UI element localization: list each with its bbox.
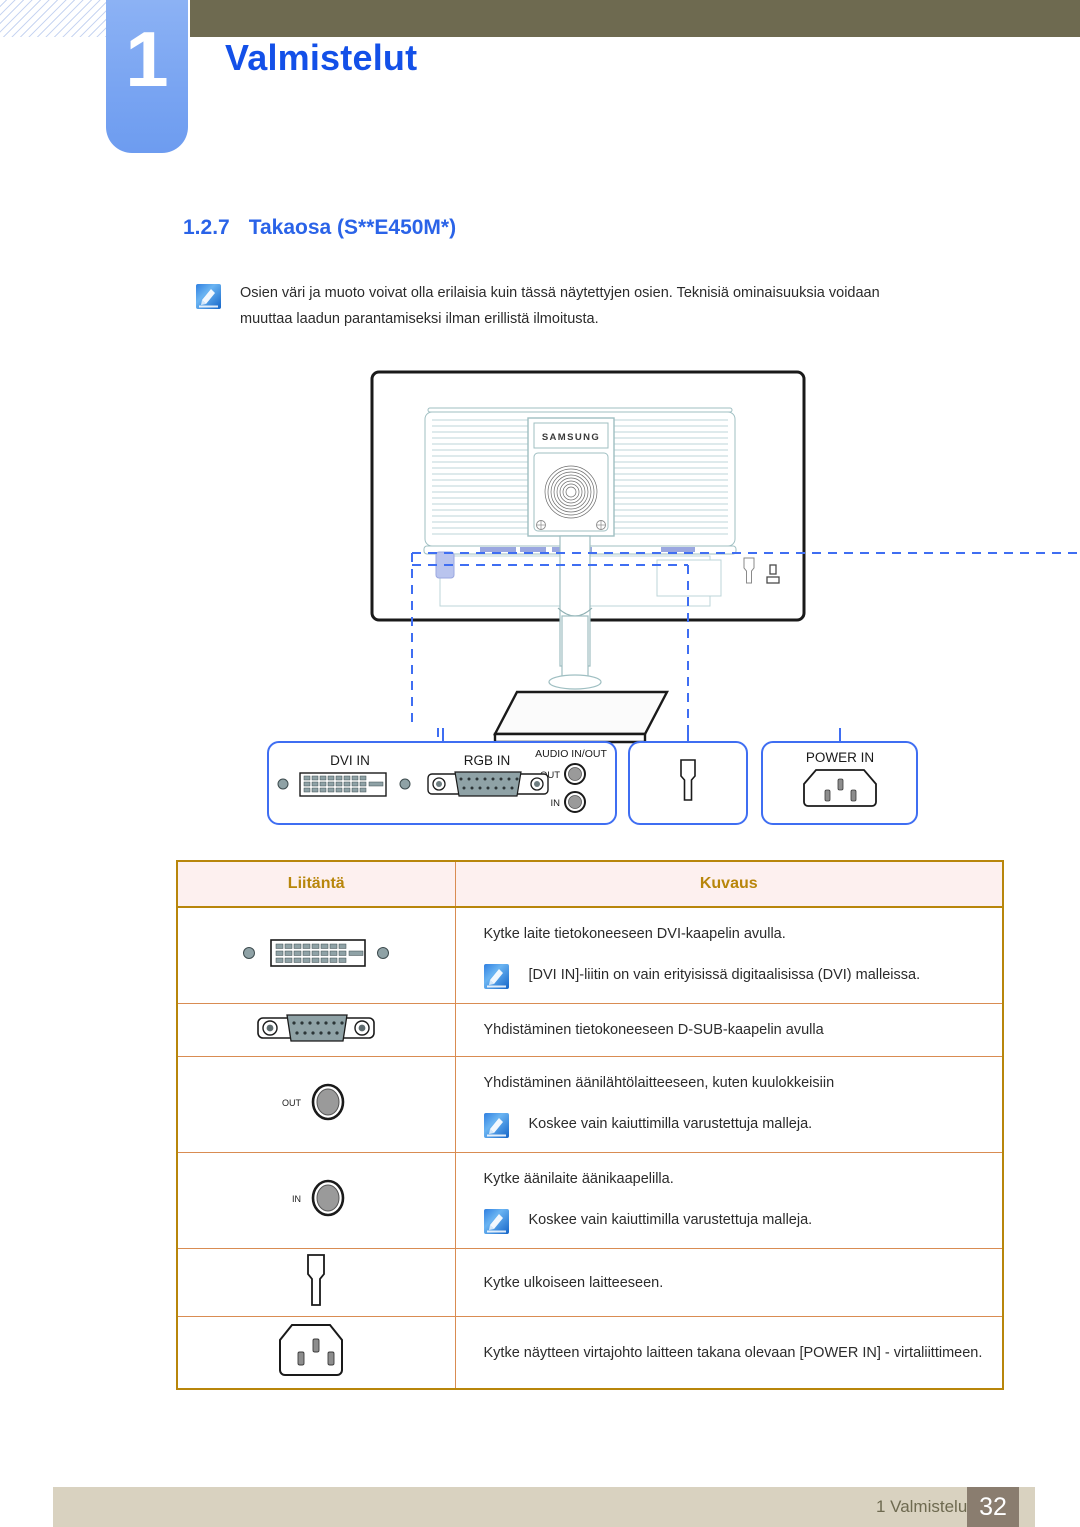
vga-connector-icon [176,1003,456,1057]
footer-label: 1 Valmistelut [875,1497,972,1516]
monitor-rear-diagram: SAMSUNG DVI IN RGB IN AUDIO IN/OUT OUT I… [0,360,1080,840]
note-line-1: Osien väri ja muoto voivat olla erilaisi… [240,285,880,301]
callout-label-audio-in-out: AUDIO IN/OUT [535,748,607,760]
row-description: Kytke näytteen virtajohto laitteen takan… [454,1316,1004,1390]
callout-label-power-in: POWER IN [806,750,874,765]
manual-page: 1 Valmistelut 1.2.7 Takaosa (S**E450M*) O… [0,0,1080,1527]
brand-label: SAMSUNG [542,432,600,443]
callout-label-dvi-in: DVI IN [330,753,370,768]
table-row: Yhdistäminen tietokoneeseen D-SUB-kaapel… [176,1003,1004,1057]
row-note: Koskee vain kaiuttimilla varustettuja ma… [483,1113,1003,1138]
row-text: Kytke näytteen virtajohto laitteen takan… [483,1344,983,1361]
note-block: Osien väri ja muoto voivat olla erilaisi… [196,280,976,332]
row-note: [DVI IN]-liitin on vain erityisissä digi… [483,964,1003,989]
note-pen-icon [483,1113,509,1138]
note-pen-icon [483,964,509,989]
service-port-icon [176,1248,456,1317]
section-number: 1.2.7 [183,216,230,239]
note-text: Osien väri ja muoto voivat olla erilaisi… [240,280,976,332]
connector-table: Liitäntä Kuvaus Kytke laite tietokoneese… [176,860,1004,1390]
chapter-number: 1 [125,15,169,103]
row-description: Yhdistäminen tietokoneeseen D-SUB-kaapel… [454,1003,1004,1057]
row-text: Kytke äänilaite äänikaapelilla. [483,1171,674,1187]
row-note: Koskee vain kaiuttimilla varustettuja ma… [483,1209,1003,1234]
row-note-text: [DVI IN]-liitin on vain erityisissä digi… [528,967,921,983]
dvi-connector-icon [176,906,456,1004]
row-text: Yhdistäminen tietokoneeseen D-SUB-kaapel… [483,1022,824,1038]
section-heading: 1.2.7 Takaosa (S**E450M*) [183,216,456,240]
callout-label-audio-in: IN [551,798,561,809]
table-row: IN Kytke äänilaite äänikaapelilla. Koske… [176,1152,1004,1249]
page-number: 32 [967,1487,1019,1527]
table-header-row: Liitäntä Kuvaus [176,860,1004,908]
row-description: Kytke ulkoiseen laitteeseen. [454,1248,1004,1317]
audio-in-label: IN [292,1194,301,1204]
row-text: Kytke laite tietokoneeseen DVI-kaapelin … [483,926,786,942]
note-pen-icon [196,284,221,309]
section-title: Takaosa (S**E450M*) [248,216,457,239]
callout-label-rgb-in: RGB IN [464,753,511,768]
row-text: Yhdistäminen äänilähtölaitteeseen, kuten… [483,1075,835,1091]
power-inlet-icon [176,1316,456,1390]
audio-jack-in-icon: IN [176,1152,456,1249]
note-line-2: muuttaa laadun parantamiseksi ilman eril… [240,311,599,327]
table-row: Kytke laite tietokoneeseen DVI-kaapelin … [176,906,1004,1004]
row-description: Kytke laite tietokoneeseen DVI-kaapelin … [454,906,1004,1004]
table-row: OUT Yhdistäminen äänilähtölaitteeseen, k… [176,1056,1004,1153]
audio-jack-out-icon: OUT [176,1056,456,1153]
row-description: Kytke äänilaite äänikaapelilla. Koskee v… [454,1152,1004,1249]
table-row: Kytke näytteen virtajohto laitteen takan… [176,1316,1004,1390]
row-text: Kytke ulkoiseen laitteeseen. [483,1274,664,1291]
table-row: Kytke ulkoiseen laitteeseen. [176,1248,1004,1317]
audio-out-label: OUT [282,1098,302,1108]
note-pen-icon [483,1209,509,1234]
row-note-text: Koskee vain kaiuttimilla varustettuja ma… [528,1212,813,1228]
chapter-tab: 1 [106,0,188,153]
header-olive-bar [190,0,1080,37]
hatch-decoration [0,0,106,37]
column-header-liitanta: Liitäntä [176,860,456,908]
chapter-title: Valmistelut [225,37,418,78]
column-header-kuvaus: Kuvaus [454,860,1004,908]
row-note-text: Koskee vain kaiuttimilla varustettuja ma… [528,1116,813,1132]
row-description: Yhdistäminen äänilähtölaitteeseen, kuten… [454,1056,1004,1153]
